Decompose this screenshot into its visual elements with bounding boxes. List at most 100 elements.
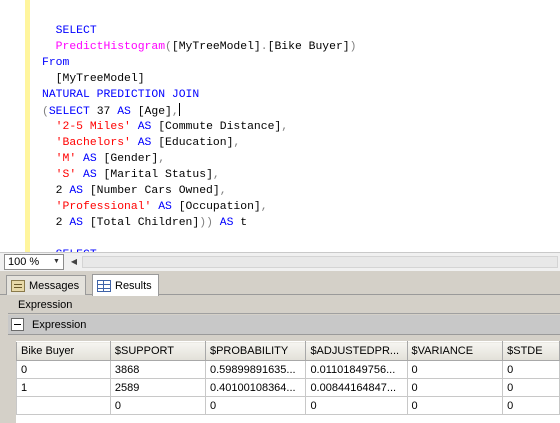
table-cell[interactable]: 0.01101849756...: [305, 360, 408, 379]
table-cell[interactable]: 0: [406, 378, 504, 397]
code-token: AS: [137, 121, 152, 133]
table-row[interactable]: 1 2589 0.40100108364... 0.00844164847... 0 0: [16, 378, 560, 397]
column-header[interactable]: $SUPPORT: [109, 341, 206, 361]
table-cell[interactable]: 0: [406, 360, 504, 379]
table-cell[interactable]: 3868: [109, 360, 206, 379]
table-row[interactable]: 00000: [16, 396, 560, 415]
results-pane: Messages Results Expression Expression B…: [0, 271, 560, 423]
editor-status-row: 100 % ▼ ◀: [0, 252, 560, 271]
results-table: Bike Buyer $SUPPORT $PROBABILITY $ADJUSTEDP…: [16, 341, 560, 415]
code-token: [MyTreeModel]: [42, 73, 145, 85]
table-cell[interactable]: 0: [109, 396, 206, 415]
nested-results-grid[interactable]: Bike Buyer $SUPPORT $PROBABILITY $ADJUSTEDP…: [16, 341, 560, 423]
code-token: 2: [42, 217, 70, 229]
zoom-dropdown[interactable]: 100 % ▼: [4, 254, 64, 270]
code-token: (: [165, 41, 172, 53]
text-cursor: [178, 103, 180, 116]
code-token: AS: [158, 201, 172, 213]
column-header[interactable]: $ADJUSTEDPR...: [305, 341, 408, 361]
table-cell[interactable]: 0: [204, 396, 307, 415]
tab-messages[interactable]: Messages: [6, 275, 87, 295]
table-cell[interactable]: [16, 396, 111, 415]
column-header[interactable]: $PROBABILITY: [204, 341, 307, 361]
change-tracking-bar: [25, 0, 30, 252]
chevron-down-icon[interactable]: ▼: [51, 256, 62, 268]
horizontal-scrollbar[interactable]: [82, 256, 558, 268]
code-token: [Gender]: [96, 153, 159, 165]
table-cell[interactable]: 2589: [109, 378, 206, 397]
table-cell[interactable]: 0.40100108364...: [204, 378, 307, 397]
table-cell[interactable]: 0: [16, 360, 111, 379]
table-cell[interactable]: 1: [16, 378, 111, 397]
code-line: PredictHistogram([MyTreeModel].[Bike Buy…: [42, 39, 357, 55]
code-token: AS: [117, 106, 131, 118]
code-line: (SELECT 37 AS [Age],: [42, 103, 356, 119]
code-token: ,: [212, 169, 220, 181]
code-token: [Occupation]: [171, 201, 261, 213]
column-header[interactable]: Bike Buyer: [16, 341, 111, 361]
code-line: SELECT: [42, 23, 356, 39]
code-line: [MyTreeModel]: [42, 71, 356, 87]
column-header[interactable]: $VARIANCE: [406, 341, 504, 361]
code-token: [Education]: [151, 137, 234, 149]
code-token: ,: [281, 121, 289, 133]
table-cell[interactable]: 0.00844164847...: [305, 378, 408, 397]
code-token: (: [42, 106, 49, 118]
code-token: ,: [260, 201, 268, 213]
code-token: [Number Cars Owned]: [83, 185, 220, 197]
table-cell[interactable]: 0: [502, 360, 560, 379]
code-token: 'M': [42, 153, 77, 165]
code-token: ,: [219, 185, 227, 197]
scroll-left-icon[interactable]: ◀: [68, 255, 80, 269]
editor-gutter: [0, 0, 26, 252]
code-token: )): [199, 217, 213, 229]
table-cell[interactable]: 0: [406, 396, 504, 415]
table-cell[interactable]: 0: [502, 396, 560, 415]
table-cell[interactable]: 0: [502, 378, 560, 397]
collapse-icon[interactable]: [11, 318, 24, 331]
code-token: SELECT: [42, 25, 97, 37]
code-token: SELECT: [48, 106, 90, 118]
code-token: 'Professional': [42, 201, 152, 213]
code-token: [Marital Status]: [96, 169, 213, 181]
column-header[interactable]: $STDE: [502, 341, 560, 361]
code-line: 2 AS [Total Children])) AS t: [42, 215, 356, 231]
table-header-row: Bike Buyer $SUPPORT $PROBABILITY $ADJUSTEDP…: [16, 341, 560, 361]
code-token: AS: [219, 217, 234, 229]
code-token: ,: [171, 106, 179, 118]
code-token: AS: [83, 153, 97, 165]
code-token: 37: [89, 106, 118, 118]
expression-row: Expression: [8, 315, 560, 335]
code-token: ): [349, 41, 357, 53]
table-cell[interactable]: 0: [305, 396, 408, 415]
expression-header-label: Expression: [18, 299, 73, 311]
code-line: 'M' AS [Gender],: [42, 151, 356, 167]
results-tab-strip: Messages Results: [0, 271, 560, 296]
code-token: [MyTreeModel]: [171, 41, 261, 53]
code-line: 2 AS [Number Cars Owned],: [42, 183, 356, 199]
code-token: AS: [69, 217, 84, 229]
expression-row-label: Expression: [32, 318, 87, 331]
query-text[interactable]: SELECT PredictHistogram([MyTreeModel].[B…: [42, 23, 356, 252]
expression-column-header[interactable]: Expression: [8, 297, 560, 314]
code-token: NATURAL PREDICTION JOIN: [42, 89, 200, 101]
code-token: ,: [233, 137, 241, 149]
code-token: ,: [158, 153, 166, 165]
code-token: t: [233, 217, 248, 229]
table-row[interactable]: 0 3868 0.59899891635... 0.01101849756... 0 0: [16, 360, 560, 379]
tab-messages-label: Messages: [29, 279, 80, 292]
table-cell[interactable]: 0.59899891635...: [204, 360, 307, 379]
code-token: '2-5 Miles': [42, 121, 131, 133]
tab-results-label: Results: [115, 279, 152, 292]
code-line: '2-5 Miles' AS [Commute Distance],: [42, 119, 356, 135]
results-grid-icon: [97, 279, 111, 292]
code-token: .: [260, 41, 268, 53]
query-editor[interactable]: SELECT PredictHistogram([MyTreeModel].[B…: [0, 0, 560, 252]
tab-results[interactable]: Results: [92, 274, 159, 296]
code-token: [Age]: [130, 106, 172, 118]
code-token: PredictHistogram: [42, 41, 166, 53]
